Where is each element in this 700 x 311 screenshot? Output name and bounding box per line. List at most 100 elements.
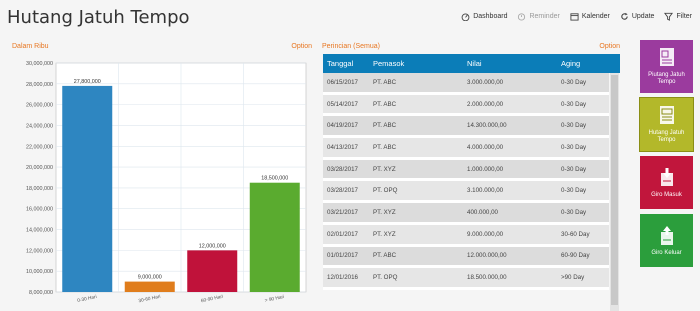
table-row[interactable]: 01/01/2017 PT. ABC 12.000.000,00 60-90 Day [323, 246, 609, 269]
table-row[interactable]: 04/19/2017 PT. ABC 14.300.000,00 0-30 Day [323, 116, 609, 139]
table-cell: 3.000.000,00 [467, 78, 504, 86]
table-cell: PT. ABC [373, 122, 397, 130]
table-cell: 18.500.000,00 [467, 274, 507, 282]
scrollbar-thumb[interactable] [611, 75, 618, 305]
y-tick-label: 20,000,000 [26, 165, 53, 171]
x-tick-label: 60-90 Hari [200, 294, 223, 305]
tile-hutang-jatuh-tempo[interactable]: Hutang Jatuh Tempo [639, 97, 694, 152]
y-tick-label: 28,000,000 [26, 82, 53, 88]
alarm-clock-icon [518, 13, 526, 21]
table-cell: PT. XYZ [373, 230, 396, 238]
refresh-icon [621, 12, 628, 20]
table-row[interactable]: 06/15/2017 PT. ABC 3.000.000,00 0-30 Day [323, 73, 609, 95]
tile-label: Hutang Jatuh Tempo [648, 130, 685, 143]
bar[interactable] [249, 182, 300, 292]
table-row[interactable]: 02/01/2017 PT. XYZ 9.000.000,00 30-60 Day [323, 224, 609, 247]
page-title: Hutang Jatuh Tempo [7, 7, 190, 28]
table-row[interactable]: 12/01/2016 PT. OPQ 18.500.000,00 >90 Day [323, 268, 609, 290]
table-cell: PT. XYZ [373, 208, 396, 216]
reminder-button[interactable]: Reminder [517, 12, 560, 21]
data-label: 12,000,000 [199, 243, 226, 249]
bar-chart: 8,000,000 10,000,000 12,000,000 14,000,000 1… [0, 55, 316, 311]
table-row[interactable]: 05/14/2017 PT. ABC 2.000.000,00 0-30 Day [323, 94, 609, 117]
table-header-row: Tanggal Pemasok Nilai Aging [323, 54, 620, 73]
table-body: 06/15/2017 PT. ABC 3.000.000,00 0-30 Day 05/… [323, 73, 620, 290]
table-option-link[interactable]: Option [599, 43, 620, 50]
table-scrollbar[interactable] [610, 73, 619, 311]
kalender-button[interactable]: Kalender [570, 12, 610, 21]
y-tick-label: 30,000,000 [26, 61, 53, 67]
chart-unit-label: Dalam Ribu [12, 43, 49, 50]
table-row[interactable]: 03/28/2017 PT. XYZ 1.000.000,00 0-30 Day [323, 159, 609, 182]
y-tick-label: 26,000,000 [26, 103, 53, 109]
bar[interactable] [124, 281, 175, 292]
chart-option-link[interactable]: Option [291, 43, 312, 50]
table-cell: 06/15/2017 [327, 78, 358, 86]
filter-button[interactable]: Filter [664, 12, 692, 21]
dashboard-button[interactable]: Dashboard [461, 12, 507, 21]
table-cell: 05/14/2017 [327, 100, 358, 108]
reminder-label: Reminder [529, 13, 560, 20]
x-tick-label: 0-30 Hari [77, 294, 98, 304]
table-cell: PT. OPQ [373, 187, 398, 195]
column-header[interactable]: Pemasok [373, 59, 467, 68]
table-cell: 03/28/2017 [327, 165, 358, 173]
table-cell: 3.100.000,00 [467, 187, 504, 195]
table-cell: 4.000.000,00 [467, 143, 504, 151]
table-cell: 02/01/2017 [327, 230, 358, 238]
table-title: Perincian (Semua) [322, 43, 380, 50]
bar[interactable] [62, 85, 113, 293]
dashboard-icon [461, 13, 470, 21]
y-tick-label: 22,000,000 [26, 144, 53, 150]
tile-giro-keluar[interactable]: Giro Keluar [640, 214, 693, 267]
document-icon [659, 106, 674, 125]
column-header[interactable]: Nilai [467, 59, 561, 68]
table-cell: PT. ABC [373, 252, 397, 260]
kalender-label: Kalender [581, 13, 610, 20]
y-tick-label: 10,000,000 [26, 269, 53, 275]
filter-label: Filter [676, 13, 692, 20]
y-tick-label: 8,000,000 [29, 290, 53, 296]
data-label: 27,800,000 [74, 79, 101, 85]
calendar-icon [570, 13, 579, 21]
dashboard-label: Dashboard [473, 13, 508, 20]
table-cell: 04/13/2017 [327, 143, 358, 151]
table-cell: 400.000,00 [467, 208, 498, 216]
detail-table: Tanggal Pemasok Nilai Aging 06/15/2017 PT… [323, 54, 620, 311]
y-tick-label: 16,000,000 [26, 207, 53, 213]
y-tick-label: 12,000,000 [26, 248, 53, 254]
tile-giro-masuk[interactable]: Giro Masuk [640, 156, 693, 209]
table-row[interactable]: 03/28/2017 PT. OPQ 3.100.000,00 0-30 Day [323, 181, 609, 204]
tile-label: Giro Masuk [651, 191, 682, 198]
tile-label: Piutang Jatuh Tempo [648, 72, 685, 85]
document-icon [659, 48, 674, 67]
column-header[interactable]: Tanggal [327, 59, 373, 68]
update-button[interactable]: Update [620, 12, 655, 21]
giro-out-icon [660, 225, 673, 245]
table-cell: 12/01/2016 [327, 274, 358, 282]
table-cell: 9.000.000,00 [467, 230, 504, 238]
filter-icon [664, 12, 674, 21]
table-cell: 12.000.000,00 [467, 252, 507, 260]
x-tick-label: 30-60 Hari [138, 294, 161, 305]
table-cell: 1.000.000,00 [467, 165, 504, 173]
table-cell: 04/19/2017 [327, 122, 358, 130]
table-row[interactable]: 03/21/2017 PT. XYZ 400.000,00 0-30 Day [323, 203, 609, 225]
giro-in-icon [660, 167, 673, 186]
table-cell: PT. ABC [373, 100, 397, 108]
data-label: 9,000,000 [138, 275, 162, 281]
table-cell: PT. OPQ [373, 274, 398, 282]
table-cell: 01/01/2017 [327, 252, 358, 260]
table-cell: 03/21/2017 [327, 208, 358, 216]
table-cell: 03/28/2017 [327, 187, 358, 195]
x-tick-label: > 90 Hari [264, 294, 284, 304]
data-label: 18,500,000 [261, 176, 288, 182]
y-tick-label: 24,000,000 [26, 123, 53, 129]
bar[interactable] [187, 250, 238, 292]
table-cell: PT. ABC [373, 78, 397, 86]
column-header[interactable]: Aging [561, 59, 620, 68]
table-row[interactable]: 04/13/2017 PT. ABC 4.000.000,00 0-30 Day [323, 138, 609, 160]
tile-label: Giro Keluar [651, 249, 682, 256]
update-label: Update [631, 13, 655, 20]
tile-piutang-jatuh-tempo[interactable]: Piutang Jatuh Tempo [640, 40, 693, 93]
